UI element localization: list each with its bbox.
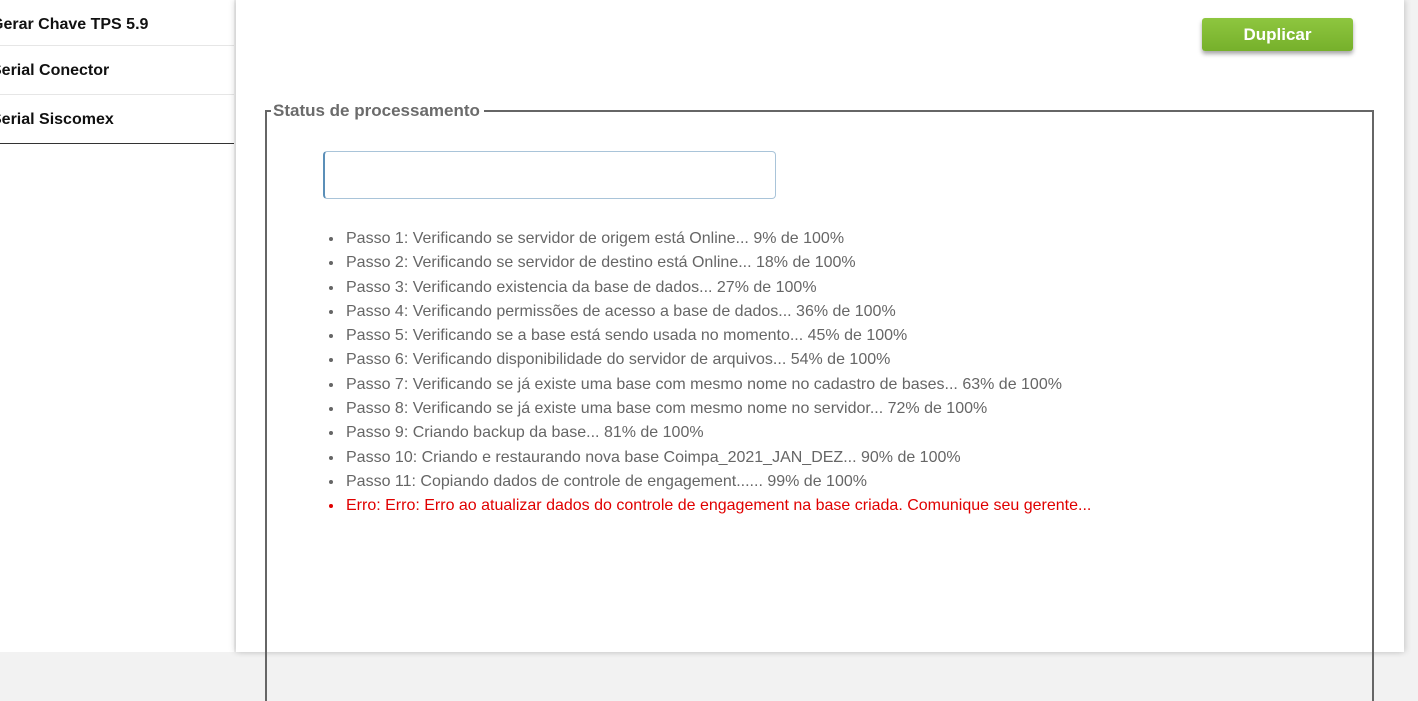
step-item: Passo 5: Verificando se a base está send… [344,324,1344,348]
sidebar-item-gerar-chave[interactable]: Gerar Chave TPS 5.9 [0,0,234,46]
step-item: Passo 3: Verificando existencia da base … [344,276,1344,300]
status-fieldset: Status de processamento Passo 1: Verific… [265,101,1374,701]
status-input[interactable] [323,151,776,199]
step-item: Passo 9: Criando backup da base... 81% d… [344,421,1344,445]
step-item: Passo 4: Verificando permissões de acess… [344,300,1344,324]
step-item: Passo 8: Verificando se já existe uma ba… [344,397,1344,421]
steps-list: Passo 1: Verificando se servidor de orig… [344,227,1344,519]
step-item: Passo 7: Verificando se já existe uma ba… [344,373,1344,397]
step-item: Passo 11: Copiando dados de controle de … [344,470,1344,494]
main-panel: Duplicar Status de processamento Passo 1… [236,0,1404,701]
step-item: Passo 2: Verificando se servidor de dest… [344,251,1344,275]
status-legend: Status de processamento [273,101,480,120]
step-item: Passo 1: Verificando se servidor de orig… [344,227,1344,251]
error-item: Erro: Erro: Erro ao atualizar dados do c… [344,494,1344,518]
sidebar-item-serial-conector[interactable]: Serial Conector [0,46,234,95]
duplicate-button[interactable]: Duplicar [1202,18,1353,51]
sidebar: Gerar Chave TPS 5.9 Serial Conector Seri… [0,0,234,652]
step-item: Passo 6: Verificando disponibilidade do … [344,348,1344,372]
step-item: Passo 10: Criando e restaurando nova bas… [344,446,1344,470]
sidebar-item-serial-siscomex[interactable]: Serial Siscomex [0,95,234,144]
